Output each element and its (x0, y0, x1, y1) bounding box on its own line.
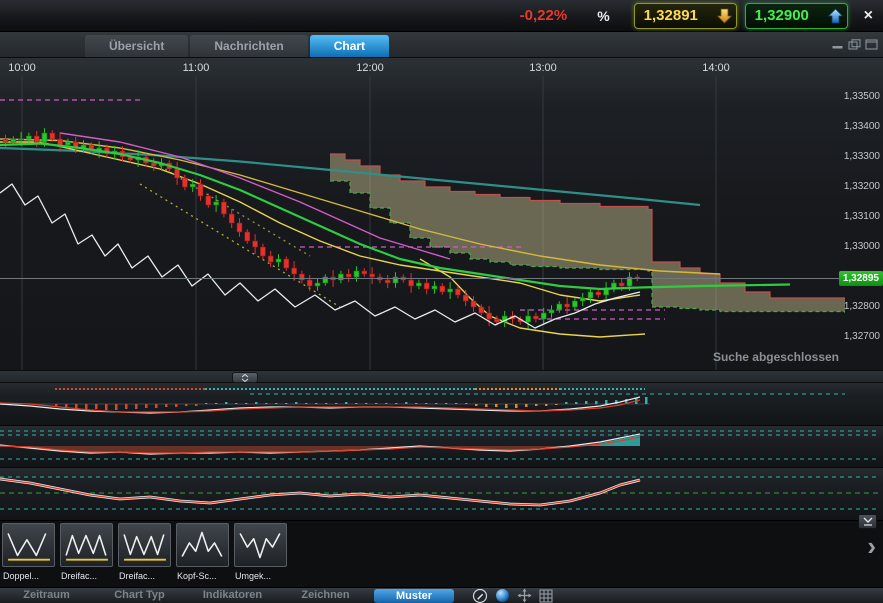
toolbar-icons (472, 588, 553, 603)
toolbar-item-zeichnen[interactable]: Zeichnen (279, 588, 372, 603)
sell-button[interactable]: 1,32891 (634, 3, 737, 29)
pencil-circle-icon[interactable] (472, 588, 488, 603)
minimize-icon[interactable] (831, 39, 844, 50)
indicator-panels[interactable] (0, 383, 883, 520)
move-icon[interactable] (517, 588, 532, 603)
price-label: 1,33400 (844, 121, 880, 132)
bottom-toolbar: ZeitraumChart TypIndikatorenZeichnenMust… (0, 587, 883, 603)
sell-price: 1,32891 (644, 7, 698, 24)
sphere-icon[interactable] (495, 588, 510, 603)
price-label: 1,33500 (844, 91, 880, 102)
toolbar-item-muster[interactable]: Muster (374, 589, 454, 603)
pattern-label: Doppel... (2, 571, 57, 581)
change-percent: -0,22% (520, 7, 568, 24)
buy-button[interactable]: 1,32900 (745, 3, 848, 29)
toolbar-item-zeitraum[interactable]: Zeitraum (0, 588, 93, 603)
window-controls (831, 39, 878, 50)
trading-app-window: -0,22% % 1,32891 1,32900 × ÜbersichtNach… (0, 0, 883, 603)
cascade-icon[interactable] (848, 39, 861, 50)
price-label: 1,33300 (844, 151, 880, 162)
pattern-label: Dreifac... (60, 571, 115, 581)
pattern-label: Umgek... (234, 571, 289, 581)
arrow-up-icon (828, 8, 843, 24)
pattern-item-triple-top[interactable]: Dreifac... (60, 523, 115, 581)
time-label: 11:00 (176, 62, 216, 74)
more-patterns-chevron[interactable]: › (867, 533, 876, 559)
percent-symbol: % (597, 8, 609, 24)
pattern-item-inverse-head-shoulders[interactable]: Umgek... (234, 523, 289, 581)
triple-bottom-icon (118, 523, 171, 567)
time-label: 12:00 (350, 62, 390, 74)
close-icon[interactable]: × (864, 8, 873, 24)
double-bottom-icon (2, 523, 55, 567)
main-chart[interactable]: 10:00 11:00 12:00 13:00 14:00 1,33500 1,33400… (0, 58, 883, 370)
price-axis[interactable]: 1,33500 1,33400 1,33300 1,33200 1,33100 1,330… (843, 58, 883, 370)
pattern-item-head-shoulders[interactable]: Kopf-Sc... (176, 523, 231, 581)
search-status-text: Suche abgeschlossen (713, 350, 839, 364)
buy-price: 1,32900 (755, 7, 809, 24)
pattern-item-double-bottom[interactable]: Doppel... (2, 523, 57, 581)
pattern-label: Kopf-Sc... (176, 571, 231, 581)
divider-grip[interactable] (232, 372, 258, 383)
price-label: 1,33100 (844, 211, 880, 222)
price-label: 1,32800 (844, 301, 880, 312)
tab-chart[interactable]: Chart (310, 35, 389, 57)
time-label: 13:00 (523, 62, 563, 74)
tab-nachrichten[interactable]: Nachrichten (190, 35, 307, 57)
toolbar-item-indikatoren[interactable]: Indikatoren (186, 588, 279, 603)
panel-divider (0, 370, 883, 383)
toolbar-item-chart-typ[interactable]: Chart Typ (93, 588, 186, 603)
tab-uebersicht[interactable]: Übersicht (85, 35, 188, 57)
pattern-label: Dreifac... (118, 571, 173, 581)
price-label: 1,32700 (844, 331, 880, 342)
pattern-strip: Doppel...Dreifac...Dreifac...Kopf-Sc...U… (0, 520, 883, 587)
price-label: 1,33200 (844, 181, 880, 192)
top-bar: -0,22% % 1,32891 1,32900 × (0, 0, 883, 32)
head-shoulders-icon (176, 523, 229, 567)
tab-bar: ÜbersichtNachrichtenChart (0, 32, 883, 58)
collapse-patterns-button[interactable] (858, 514, 877, 529)
pattern-item-triple-bottom[interactable]: Dreifac... (118, 523, 173, 581)
grid-icon[interactable] (539, 589, 553, 603)
chart-canvas[interactable] (0, 58, 845, 370)
price-label: 1,33000 (844, 241, 880, 252)
time-label: 14:00 (696, 62, 736, 74)
current-price-tag: 1,32895 (839, 271, 883, 286)
triple-top-icon (60, 523, 113, 567)
inverse-head-shoulders-icon (234, 523, 287, 567)
arrow-down-icon (717, 8, 732, 24)
maximize-icon[interactable] (865, 39, 878, 50)
time-label: 10:00 (2, 62, 42, 74)
